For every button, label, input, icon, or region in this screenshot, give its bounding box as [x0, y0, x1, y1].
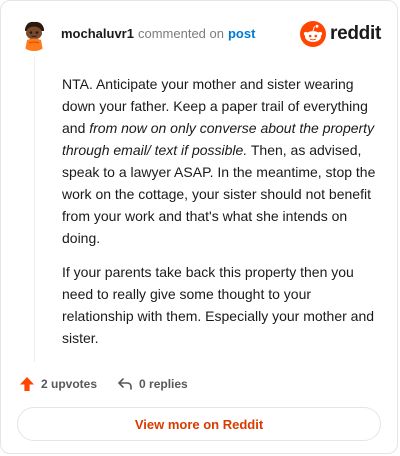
reddit-snoo-icon	[300, 21, 327, 47]
comment-body: NTA. Anticipate your mother and sister w…	[62, 73, 378, 361]
comment-paragraph-2: If your parents take back this property …	[62, 264, 375, 346]
username-link[interactable]: mochaluvr1	[61, 26, 134, 41]
reddit-brand[interactable]: reddit	[300, 21, 381, 47]
snoo-avatar-icon	[17, 17, 51, 51]
upvote-button[interactable]: 2 upvotes	[19, 376, 97, 392]
reply-arrow-icon	[118, 378, 132, 390]
upvote-count: 2 upvotes	[41, 377, 98, 391]
view-more-on-reddit-button[interactable]: View more on Reddit	[17, 407, 381, 441]
commented-on-text: commented on	[137, 26, 224, 41]
comment-embed-card: mochaluvr1 commented on post reddit NTA. A…	[0, 0, 398, 454]
thread-line	[34, 57, 35, 362]
comment-actions: 2 upvotes 0 replies	[19, 373, 188, 395]
reply-count: 0 replies	[139, 377, 188, 391]
reply-button[interactable]: 0 replies	[117, 376, 188, 392]
post-link[interactable]: post	[228, 26, 255, 41]
comment-meta: mochaluvr1 commented on post	[61, 26, 255, 42]
comment-header: mochaluvr1 commented on post reddit	[17, 17, 381, 51]
comment-paragraph-1: NTA. Anticipate your mother and sister w…	[62, 73, 378, 249]
upvote-arrow-icon	[20, 377, 34, 391]
reddit-wordmark: reddit	[330, 23, 381, 44]
user-avatar[interactable]	[17, 17, 51, 51]
